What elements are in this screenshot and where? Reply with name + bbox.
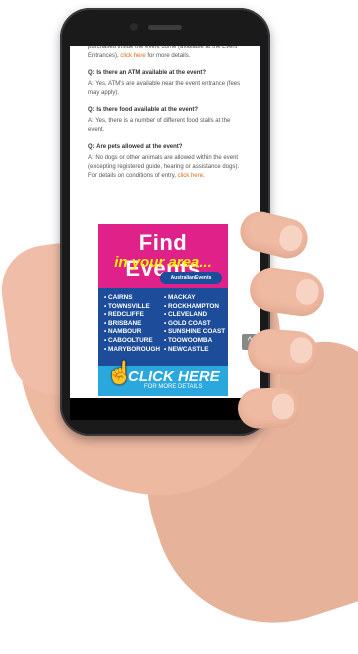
find-events-ad-banner[interactable]: Find Events in your area... AustralianEv… xyxy=(98,224,228,396)
faq-question-2: Q: Is there food available at the event? xyxy=(88,107,199,113)
city-item: • GOLD COAST xyxy=(164,319,211,327)
fingernail xyxy=(276,222,305,254)
city-item: • CLEVELAND xyxy=(164,311,208,319)
faq-question-3: Q: Are pets allowed at the event? xyxy=(88,144,183,150)
faq-answer-2: A: Yes, there is a number of different f… xyxy=(88,118,231,133)
city-item: • CABOOLTURE xyxy=(104,336,153,344)
front-camera-icon xyxy=(130,23,138,31)
fingernail xyxy=(271,393,295,420)
faq-answer-3-suffix: . xyxy=(202,173,205,179)
finger-ring xyxy=(246,327,320,377)
faq-answer-3-text: A: No dogs or other animals are allowed … xyxy=(88,155,240,179)
fingernail xyxy=(289,336,314,364)
city-item: • REDCLIFFE xyxy=(104,311,144,319)
ad-cities-right: • MACKAY • ROCKHAMPTON • CLEVELAND • GOL… xyxy=(164,294,225,354)
city-item: • SUNSHINE COAST xyxy=(164,328,226,336)
city-item: • NAMBOUR xyxy=(104,328,142,336)
faq-content: purchased inside the event dome (availab… xyxy=(70,46,260,181)
faq-answer-0: purchased inside the event dome (availab… xyxy=(88,46,248,61)
finger-little xyxy=(237,386,301,430)
click-here-button[interactable]: ☝ CLICK HERE FOR MORE DETAILS xyxy=(98,360,228,396)
faq-question-1: Q: Is there an ATM available at the even… xyxy=(88,70,207,76)
city-item: • MACKAY xyxy=(164,294,196,301)
faq-answer-1: A: Yes, ATM's are available near the eve… xyxy=(88,81,241,96)
faq-link-0[interactable]: click here xyxy=(120,53,145,59)
smartphone: purchased inside the event dome (availab… xyxy=(60,8,270,436)
ad-cities-left: • CAIRNS • TOWNSVILLE • REDCLIFFE • BRIS… xyxy=(104,294,160,354)
speaker-grille xyxy=(148,25,182,30)
city-item: • NEWCASTLE xyxy=(164,345,209,353)
phone-bottom-bezel xyxy=(70,398,260,420)
ad-brand-logo: AustralianEvents xyxy=(160,272,222,284)
fingernail xyxy=(294,277,320,307)
faq-link-3[interactable]: click here xyxy=(178,173,203,179)
city-item: • BRISBANE xyxy=(104,319,142,327)
faq-answer-3: A: No dogs or other animals are allowed … xyxy=(88,154,248,181)
faq-answer-0-suffix: for more details. xyxy=(145,53,191,59)
city-item: • MARYBOROUGH xyxy=(104,345,160,353)
phone-screen: purchased inside the event dome (availab… xyxy=(70,46,260,398)
city-item: • ROCKHAMPTON xyxy=(164,302,220,310)
city-item: • TOWNSVILLE xyxy=(104,302,150,310)
cta-label: CLICK HERE xyxy=(128,368,220,385)
city-item: • TOOWOOMBA xyxy=(164,336,213,344)
cta-sublabel: FOR MORE DETAILS xyxy=(144,384,203,390)
ad-subtitle: in your area... xyxy=(114,254,212,271)
city-item: • CAIRNS xyxy=(104,294,133,301)
